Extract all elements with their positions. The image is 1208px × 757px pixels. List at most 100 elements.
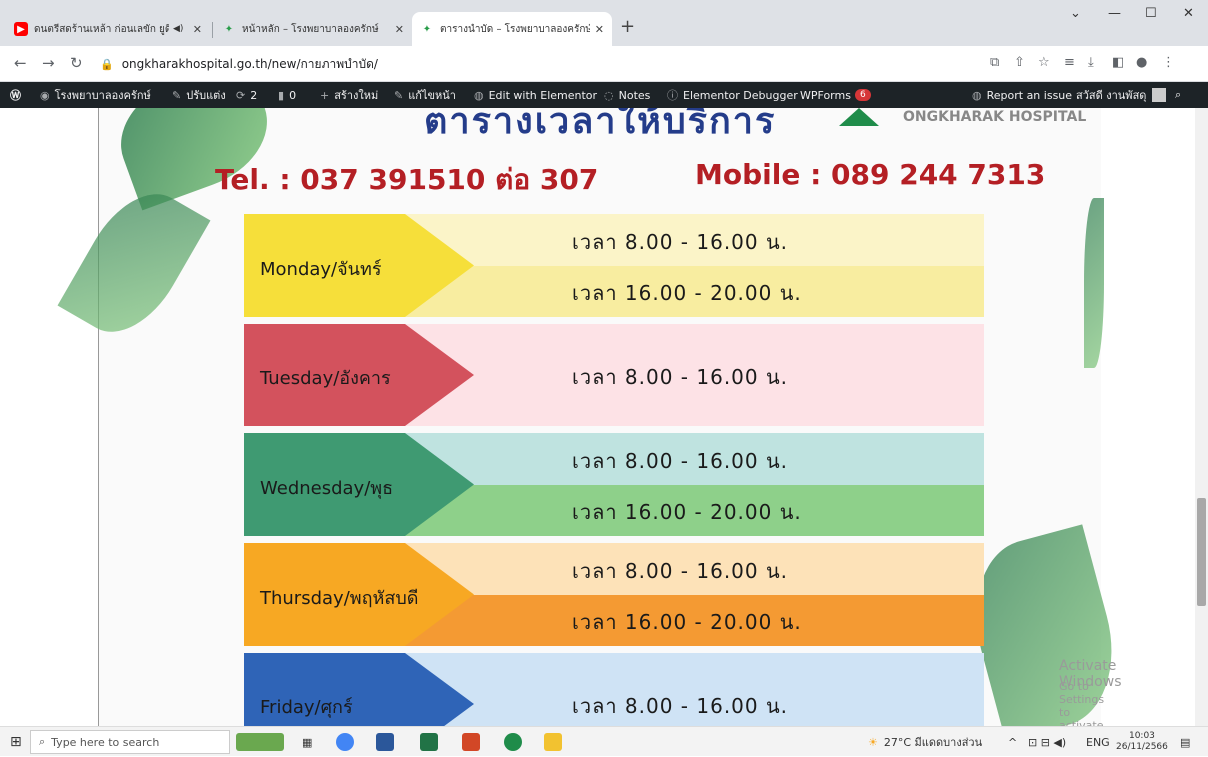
- download-icon[interactable]: ⤓: [1088, 55, 1094, 70]
- admin-comments[interactable]: ▮ 0: [278, 82, 296, 108]
- poster-title: ตารางเวลาให้บริการ: [424, 108, 777, 142]
- back-icon[interactable]: ←: [14, 54, 27, 72]
- wp-admin-bar: Ⓦ ◉ โรงพยาบาลองครักษ์ ✎ ปรับแต่ง ⟳ 2 ▮ 0 + สร…: [0, 82, 1208, 108]
- day-label: Monday/จันทร์: [260, 258, 382, 280]
- admin-debugger[interactable]: ⓘ Elementor Debugger: [667, 82, 798, 108]
- time-label: เวลา 8.00 - 16.00 น.: [572, 448, 789, 473]
- elementor-icon: ◍: [474, 88, 484, 102]
- admin-new[interactable]: + สร้างใหม่: [320, 82, 378, 108]
- admin-edit-page[interactable]: ✎ แก้ไขหน้า: [394, 82, 456, 108]
- avatar: [1152, 88, 1167, 102]
- excel-icon[interactable]: [420, 727, 438, 757]
- admin-report-issue[interactable]: ◍ Report an issue: [972, 82, 1072, 108]
- time-label: เวลา 16.00 - 20.00 น.: [572, 500, 802, 525]
- tray-icons[interactable]: ⊡ ⊟ ◀): [1028, 727, 1066, 757]
- tab-title: ดนตรีสดร้านเหล้า ก่อนเลขัก ยูดึ: [34, 23, 169, 35]
- time-label: เวลา 8.00 - 16.00 น.: [572, 694, 789, 718]
- time-label: เวลา 16.00 - 20.00 น.: [572, 610, 802, 635]
- wordpress-logo-icon[interactable]: Ⓦ: [10, 82, 21, 108]
- schedule-row: Thursday/พฤหัสบดี เวลา 8.00 - 16.00 น. เวล…: [244, 543, 984, 646]
- leaf-decoration: [57, 175, 211, 351]
- new-tab-icon[interactable]: +: [620, 16, 635, 37]
- tel-number: Tel. : 037 391510 ต่อ 307: [215, 163, 599, 196]
- share-icon[interactable]: ⇧: [1014, 55, 1025, 70]
- weather-icon: ☀: [868, 735, 878, 749]
- file-explorer-icon[interactable]: [544, 727, 562, 757]
- tab-home[interactable]: ✦ หน้าหลัก – โรงพยาบาลองครักษ์ ✕: [214, 12, 412, 46]
- hospital-logo-icon: ✦: [224, 23, 234, 35]
- info-icon: ⓘ: [667, 89, 678, 102]
- brush-icon: ✎: [172, 88, 182, 102]
- reload-icon[interactable]: ↻: [70, 54, 83, 72]
- plus-icon: +: [320, 88, 330, 102]
- mobile-number: Mobile : 089 244 7313: [695, 158, 1046, 191]
- refresh-icon: ⟳: [236, 88, 246, 102]
- close-icon[interactable]: ✕: [395, 23, 404, 36]
- task-view-icon[interactable]: ▦: [302, 727, 312, 757]
- close-icon[interactable]: ✕: [595, 23, 604, 36]
- clock[interactable]: 10:03 26/11/2566: [1116, 727, 1168, 757]
- hospital-logo-icon: ✦: [422, 23, 432, 35]
- time-label: เวลา 8.00 - 16.00 น.: [572, 229, 789, 254]
- schedule-row: Friday/ศุกร์ เวลา 8.00 - 16.00 น.: [244, 653, 984, 726]
- window-close-icon[interactable]: ✕: [1183, 6, 1194, 21]
- bookmark-star-icon[interactable]: ☆: [1038, 55, 1050, 70]
- side-panel-icon[interactable]: ◧: [1112, 55, 1124, 70]
- search-icon: ⌕: [39, 735, 46, 748]
- language-indicator[interactable]: ENG: [1086, 727, 1110, 757]
- day-label: Wednesday/พุธ: [260, 477, 394, 499]
- leaf-decoration: [1084, 198, 1104, 368]
- maximize-icon[interactable]: ☐: [1145, 6, 1157, 21]
- chevron-down-icon[interactable]: ⌄: [1070, 6, 1081, 21]
- time-label: เวลา 8.00 - 16.00 น.: [572, 558, 789, 583]
- translate-icon[interactable]: ⧉: [990, 55, 999, 70]
- forward-icon[interactable]: →: [42, 54, 55, 72]
- day-label: Tuesday/อังคาร: [260, 368, 391, 389]
- address-bar[interactable]: 🔒 ongkharakhospital.go.th/new/กายภาพบำบั…: [100, 52, 970, 76]
- schedule-row: Tuesday/อังคาร เวลา 8.00 - 16.00 น.: [244, 324, 984, 426]
- admin-site-name[interactable]: ◉ โรงพยาบาลองครักษ์: [40, 82, 151, 108]
- scrollbar-thumb[interactable]: [1197, 498, 1206, 606]
- dashboard-icon: ◉: [40, 88, 50, 102]
- tab-youtube[interactable]: ▶ ดนตรีสดร้านเหล้า ก่อนเลขัก ยูดึ ◀) ✕: [6, 12, 210, 46]
- youtube-icon: ▶: [14, 22, 28, 36]
- admin-search-icon[interactable]: ⌕: [1175, 82, 1181, 108]
- weather-widget[interactable]: ☀ 27°C มีแดดบางส่วน: [868, 727, 982, 757]
- taskbar-search[interactable]: ⌕ Type here to search: [30, 730, 230, 754]
- vertical-scrollbar[interactable]: [1195, 108, 1208, 726]
- schedule-row: Wednesday/พุธ เวลา 8.00 - 16.00 น. เวลา 16…: [244, 433, 984, 536]
- admin-customize[interactable]: ✎ ปรับแต่ง: [172, 82, 226, 108]
- powerpoint-icon[interactable]: [462, 727, 480, 757]
- admin-wpforms[interactable]: WPForms 6: [800, 82, 871, 108]
- menu-icon[interactable]: ⋮: [1162, 55, 1175, 70]
- tab-physio[interactable]: ✦ ตารางนำบัด – โรงพยาบาลองครักษ์ ✕: [412, 12, 612, 46]
- windows-start-icon[interactable]: ⊞: [10, 727, 22, 757]
- url-text: ongkharakhospital.go.th/new/กายภาพบำบัด/: [121, 56, 378, 71]
- chrome-icon[interactable]: [336, 727, 354, 757]
- search-highlight-icon[interactable]: [236, 727, 284, 757]
- lock-icon: 🔒: [100, 57, 114, 71]
- activate-windows-hint: Go to Settings to activate Windows.: [1059, 680, 1105, 726]
- tab-title: หน้าหลัก – โรงพยาบาลองครักษ์: [242, 23, 379, 35]
- speaker-icon: ◀): [173, 24, 184, 34]
- word-icon[interactable]: [376, 727, 394, 757]
- browser-toolbar: ← → ↻ 🔒 ongkharakhospital.go.th/new/กายภ…: [0, 46, 1208, 82]
- hospital-name: ONGKHARAK HOSPITAL: [903, 109, 1087, 125]
- admin-notes[interactable]: ◌ Notes: [604, 82, 650, 108]
- day-label: Friday/ศุกร์: [260, 697, 353, 718]
- reading-list-icon[interactable]: ≡: [1064, 55, 1075, 70]
- elementor-icon: ◍: [972, 88, 982, 102]
- day-label: Thursday/พฤหัสบดี: [260, 587, 419, 609]
- schedule-poster: ตารางเวลาให้บริการ ONGKHARAK HOSPITAL Te…: [57, 108, 1132, 726]
- page-content: ตารางเวลาให้บริการ ONGKHARAK HOSPITAL Te…: [0, 108, 1195, 726]
- tray-chevron-icon[interactable]: ^: [1008, 727, 1017, 757]
- close-icon[interactable]: ✕: [193, 23, 202, 36]
- app-icon[interactable]: [504, 727, 522, 757]
- minimize-icon[interactable]: —: [1108, 6, 1121, 21]
- notification-icon[interactable]: ▤: [1180, 727, 1190, 757]
- admin-elementor[interactable]: ◍ Edit with Elementor: [474, 82, 597, 108]
- admin-account[interactable]: สวัสดี งานพัสดุ: [1076, 82, 1167, 108]
- time-label: เวลา 16.00 - 20.00 น.: [572, 281, 802, 306]
- admin-updates[interactable]: ⟳ 2: [236, 82, 257, 108]
- profile-icon[interactable]: ●: [1136, 55, 1147, 70]
